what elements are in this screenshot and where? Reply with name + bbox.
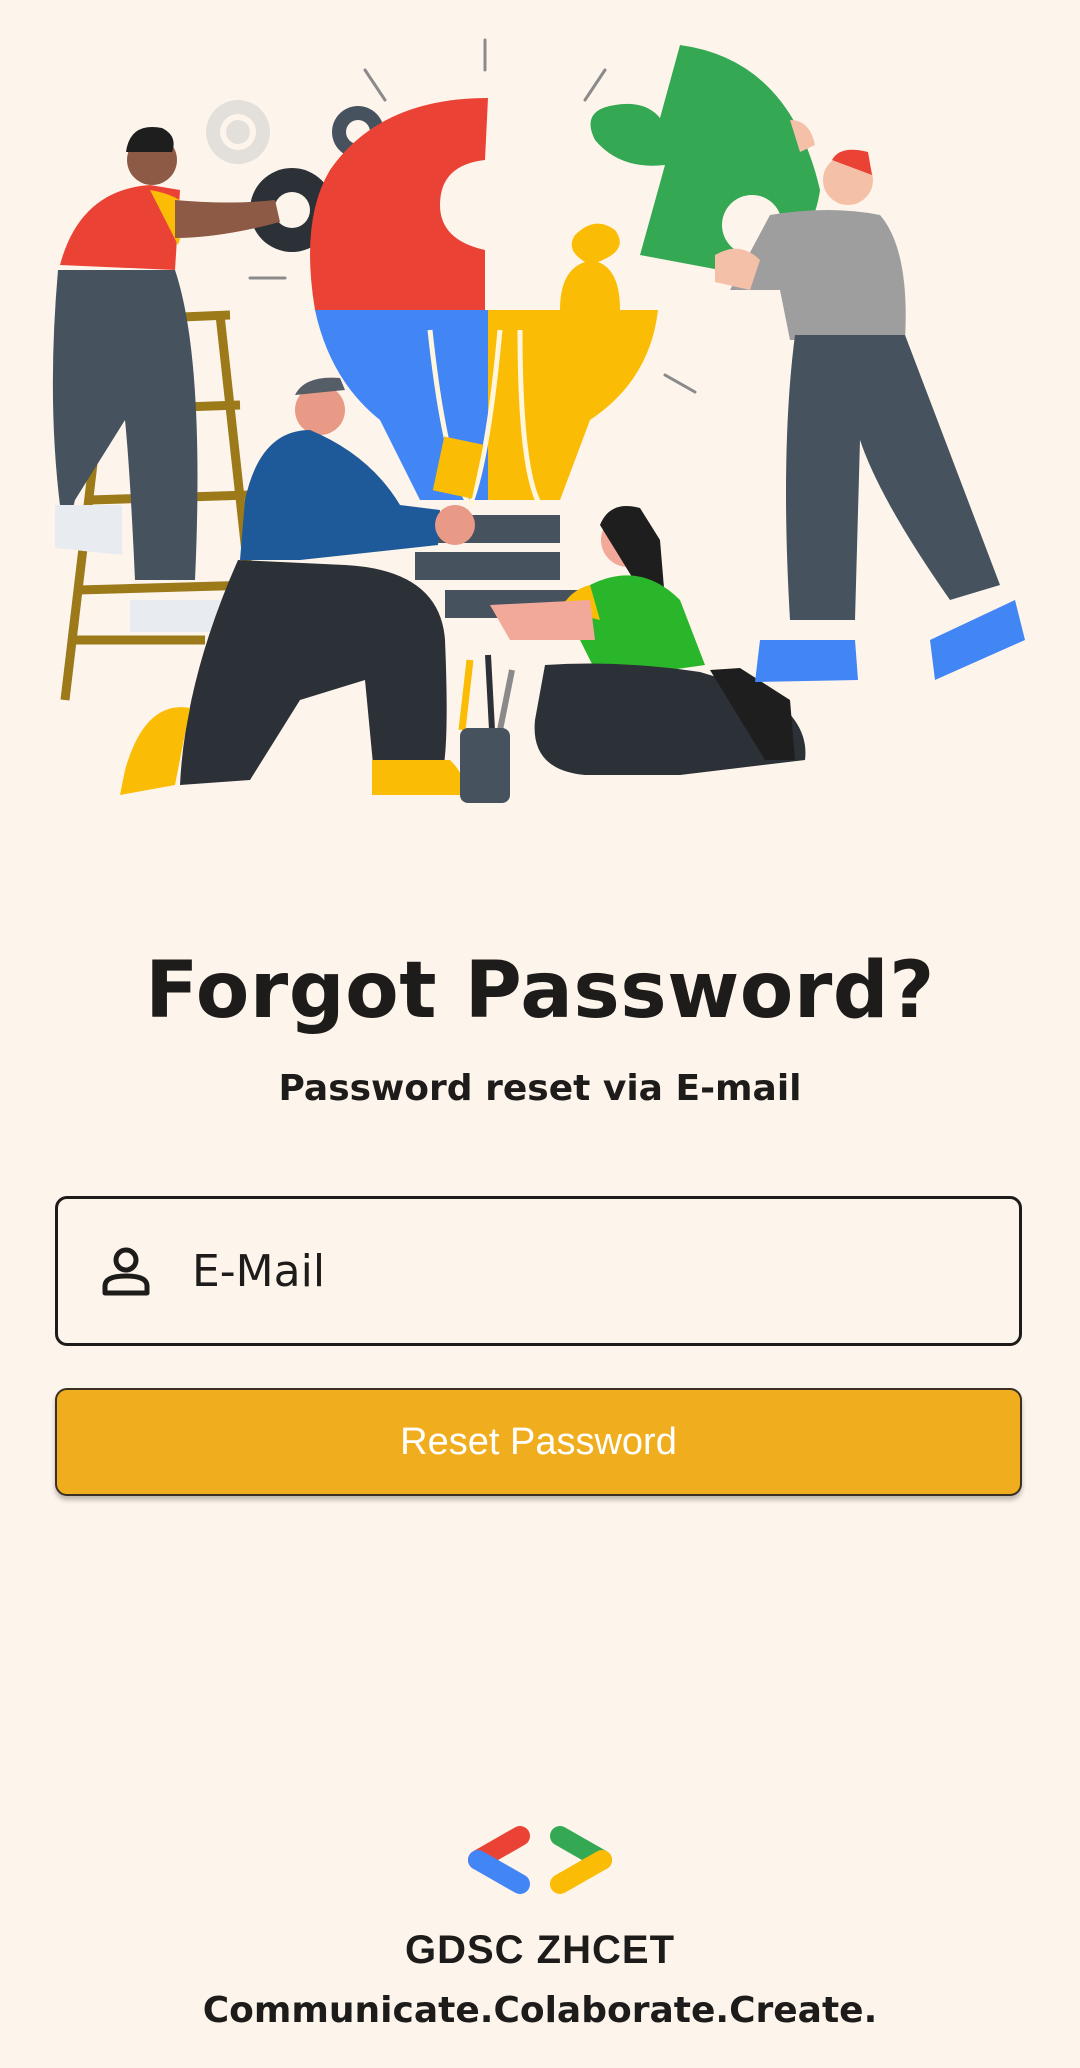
org-name: GDSC ZHCET [405,1928,675,1972]
bulb-base [415,552,560,580]
email-field[interactable]: E-Mail [55,1196,1022,1346]
person-sitting [490,506,806,775]
org-tagline: Communicate.Colaborate.Create. [202,1990,878,2031]
page-subtitle: Password reset via E-mail [278,1068,802,1109]
page-title: Forgot Password? [145,946,935,1036]
gdsc-logo-icon [468,1826,612,1894]
person-icon [96,1241,156,1301]
reset-password-button[interactable]: Reset Password [55,1388,1022,1496]
gear-icon [206,100,270,164]
puzzle-piece-yellow [488,223,658,501]
email-input[interactable]: E-Mail [192,1246,325,1297]
brush-pot [458,654,515,803]
hero-illustration [52,38,1025,803]
